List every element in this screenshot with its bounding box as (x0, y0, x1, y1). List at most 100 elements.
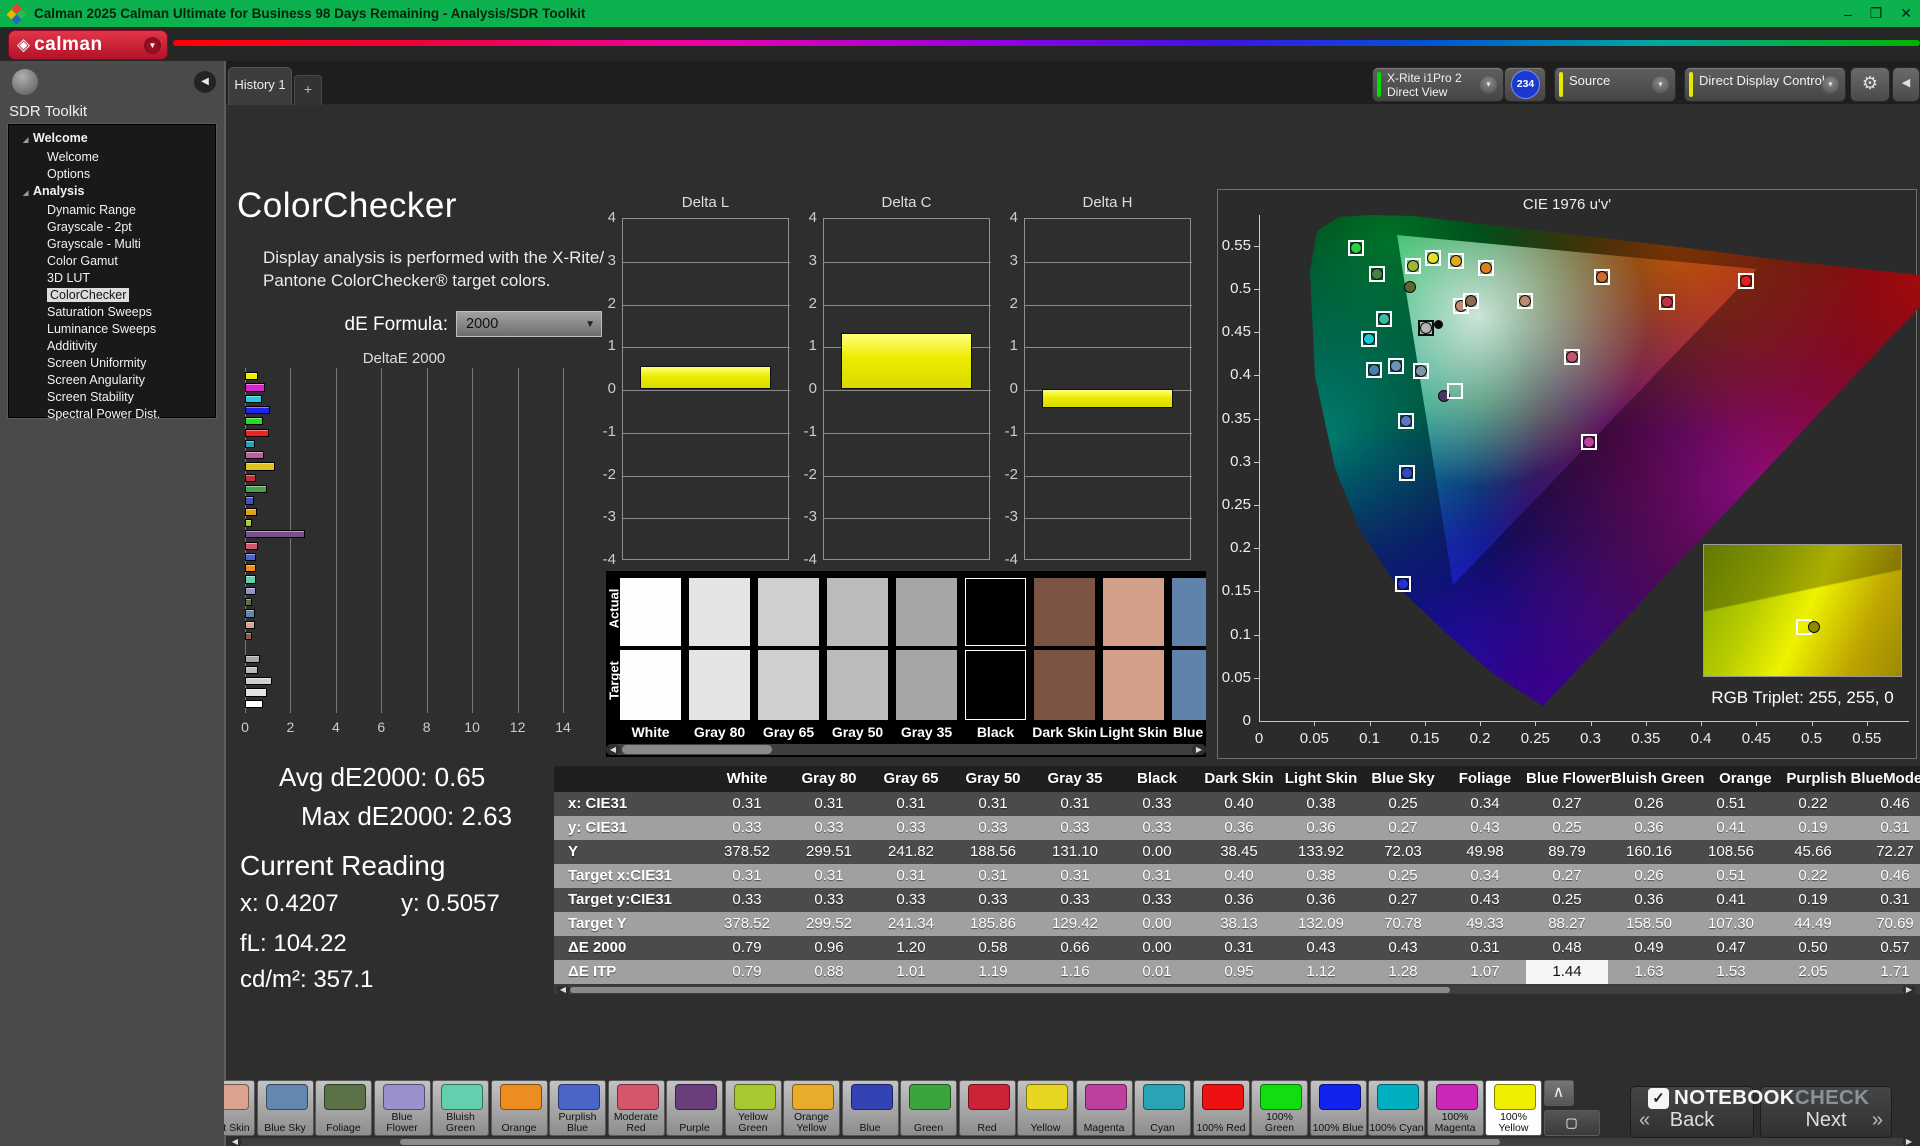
cell-y-orange: 108.56 (1708, 843, 1754, 860)
minimize-button[interactable]: – (1844, 6, 1852, 22)
table-scrollbar[interactable]: ◀ ▶ (556, 986, 1916, 994)
swatch-button-foliage[interactable]: Foliage (315, 1080, 372, 1136)
swatch-button-purplish-blue[interactable]: Purplish Blue (549, 1080, 606, 1136)
maximize-button[interactable]: ❐ (1870, 5, 1883, 22)
swatch-button-100-magenta[interactable]: 100% Magenta (1426, 1080, 1484, 1136)
workflow-orb-button[interactable] (12, 69, 38, 95)
column-header-white: White (726, 770, 768, 787)
swatch-button-bluish-green[interactable]: Bluish Green (432, 1080, 489, 1136)
calman-logo-icon: ◈ (17, 35, 31, 54)
cell-target-y-dark-skin: 38.13 (1220, 915, 1258, 932)
collapse-panel-button[interactable]: ◀ (1892, 67, 1920, 102)
swatch-button-orange-yellow[interactable]: Orange Yellow (783, 1080, 840, 1136)
cell-target-y-cie31-gray-35: 0.33 (1060, 891, 1090, 908)
sidebar-item-screen-stability[interactable]: Screen Stability (9, 389, 215, 406)
swatch-button-cyan[interactable]: Cyan (1134, 1080, 1191, 1136)
delta-l-bar (640, 365, 771, 389)
x-tick-label: 8 (422, 719, 431, 735)
sidebar-item-screen-uniformity[interactable]: Screen Uniformity (9, 355, 215, 372)
swatch-button-light-skin[interactable]: Light Skin (224, 1080, 255, 1136)
table-row-e-2000: ΔE 2000 0.79 0.96 1.20 0.58 0.66 0.00 0.31 0.43 0… (554, 936, 1920, 960)
deltae-bar-magenta (245, 451, 265, 460)
table-row-y-cie31: y: CIE31 0.33 0.33 0.33 0.33 0.33 0.33 0.36 0.36… (554, 816, 1920, 840)
cell-y-gray-50: 188.56 (970, 843, 1016, 860)
display-control-accent (1689, 72, 1693, 97)
swatch-button-100-red[interactable]: 100% Red (1192, 1080, 1250, 1136)
swatch-button-blue-flower[interactable]: Blue Flower (373, 1080, 431, 1136)
scroll-left-icon[interactable]: ◀ (606, 744, 620, 755)
y-tick-label: -1 (803, 422, 817, 440)
measured-circle-measured-white (1433, 319, 1443, 329)
sidebar-item-dynamic-range[interactable]: Dynamic Range (9, 202, 215, 219)
calman-app-icon (6, 3, 27, 24)
sidebar-item-spectral-power-dist[interactable]: Spectral Power Dist. (9, 406, 215, 423)
cell-e-itp-blue-flower[interactable]: 1.44 (1526, 960, 1608, 984)
tab-history-1[interactable]: History 1 (228, 67, 292, 105)
sidebar-collapse-button[interactable]: ◀ (194, 71, 216, 93)
sidebar-item-color-gamut[interactable]: Color Gamut (9, 253, 215, 270)
swatch-button-100-yellow[interactable]: 100% Yellow (1485, 1080, 1542, 1136)
swatch-button-blue-sky[interactable]: Blue Sky (256, 1080, 314, 1136)
x-tick-label: 4 (331, 719, 340, 735)
sidebar-item-luminance-sweeps[interactable]: Luminance Sweeps (9, 321, 215, 338)
sidebar-item-screen-angularity[interactable]: Screen Angularity (9, 372, 215, 389)
measured-circle-bluish-green (1377, 313, 1390, 326)
calman-menu-button[interactable]: ◈ calman ▼ (8, 30, 168, 60)
swatch-button-yellow[interactable]: Yellow (1017, 1080, 1074, 1136)
meter-count-badge[interactable]: 234 (1511, 70, 1540, 99)
scroll-left-icon[interactable]: ◀ (228, 1138, 242, 1146)
pattern-window-button[interactable]: ▢ (1543, 1110, 1600, 1136)
swatch-button-red[interactable]: Red (958, 1080, 1016, 1136)
sidebar-item-options[interactable]: Options (9, 166, 215, 183)
swatch-button-moderate-red[interactable]: Moderate Red (607, 1080, 665, 1136)
swatch-button-100-green[interactable]: 100% Green (1251, 1080, 1308, 1136)
sidebar-item-welcome[interactable]: Welcome (9, 149, 215, 166)
x-tick-label: 6 (377, 719, 386, 735)
sidebar-item-welcome[interactable]: ◢ Welcome (9, 130, 215, 149)
sidebar-item-grayscale-2pt[interactable]: Grayscale - 2pt (9, 219, 215, 236)
swatch-bar-scrollbar[interactable]: ◀ ▶ (228, 1138, 1916, 1146)
scroll-right-icon[interactable]: ▶ (1192, 744, 1206, 755)
actual-patch-dark-skin (1034, 578, 1095, 646)
sidebar-item-additivity[interactable]: Additivity (9, 338, 215, 355)
cell-e-2000-gray-35: 0.66 (1060, 939, 1090, 956)
y-tick-label: 4 (1009, 209, 1018, 226)
cell-target-x-cie31-blue-sky: 0.25 (1388, 867, 1418, 884)
expand-strip-button[interactable]: ∧ (1543, 1080, 1574, 1106)
swatch-button-100-blue[interactable]: 100% Blue (1309, 1080, 1367, 1136)
swatch-chip (499, 1084, 542, 1110)
add-tab-button[interactable]: + (294, 75, 322, 105)
swatch-button-orange[interactable]: Orange (490, 1080, 548, 1136)
measured-circle-orange (1479, 262, 1492, 275)
sidebar-item-grayscale-multi[interactable]: Grayscale - Multi (9, 236, 215, 253)
swatch-button-100-cyan[interactable]: 100% Cyan (1368, 1080, 1425, 1136)
patch-strip-scrollbar[interactable]: ◀ ▶ (606, 744, 1206, 755)
swatch-button-green[interactable]: Green (900, 1080, 957, 1136)
swatch-button-purple[interactable]: Purple (666, 1080, 723, 1136)
cell-x-cie31-white: 0.31 (732, 795, 762, 812)
source-select-button[interactable]: Source ▼ (1554, 67, 1676, 102)
swatch-label: 100% Red (1196, 1122, 1246, 1134)
display-control-button[interactable]: Direct Display Control ▼ (1684, 67, 1846, 102)
meter-select-button[interactable]: X-Rite i1Pro 2 Direct View ▼ (1372, 67, 1504, 102)
sidebar-item-3d-lut[interactable]: 3D LUT (9, 270, 215, 287)
y-tick (1254, 245, 1259, 247)
swatch-chip (558, 1084, 600, 1110)
de-formula-dropdown[interactable]: 2000 ▼ (456, 311, 602, 337)
column-header-blue-flower: Blue Flower (1526, 770, 1612, 787)
swatch-button-magenta[interactable]: Magenta (1075, 1080, 1133, 1136)
scroll-right-icon[interactable]: ▶ (1902, 1138, 1916, 1146)
expander-icon[interactable]: ◢ (23, 185, 33, 202)
close-button[interactable]: ✕ (1900, 5, 1912, 22)
scroll-thumb[interactable] (622, 745, 772, 754)
swatch-button-blue[interactable]: Blue (841, 1080, 899, 1136)
settings-gear-button[interactable]: ⚙ (1850, 67, 1890, 102)
sidebar-item-analysis[interactable]: ◢ Analysis (9, 183, 215, 202)
expander-icon[interactable]: ◢ (23, 132, 33, 149)
sidebar-item-saturation-sweeps[interactable]: Saturation Sweeps (9, 304, 215, 321)
y-tick-label: 0.45 (1221, 323, 1251, 341)
cell-e-2000-gray-65: 1.20 (896, 939, 926, 956)
sidebar-item-colorchecker[interactable]: ColorChecker (9, 287, 215, 304)
y-tick-label: 0.15 (1221, 582, 1251, 600)
swatch-button-yellow-green[interactable]: Yellow Green (724, 1080, 782, 1136)
